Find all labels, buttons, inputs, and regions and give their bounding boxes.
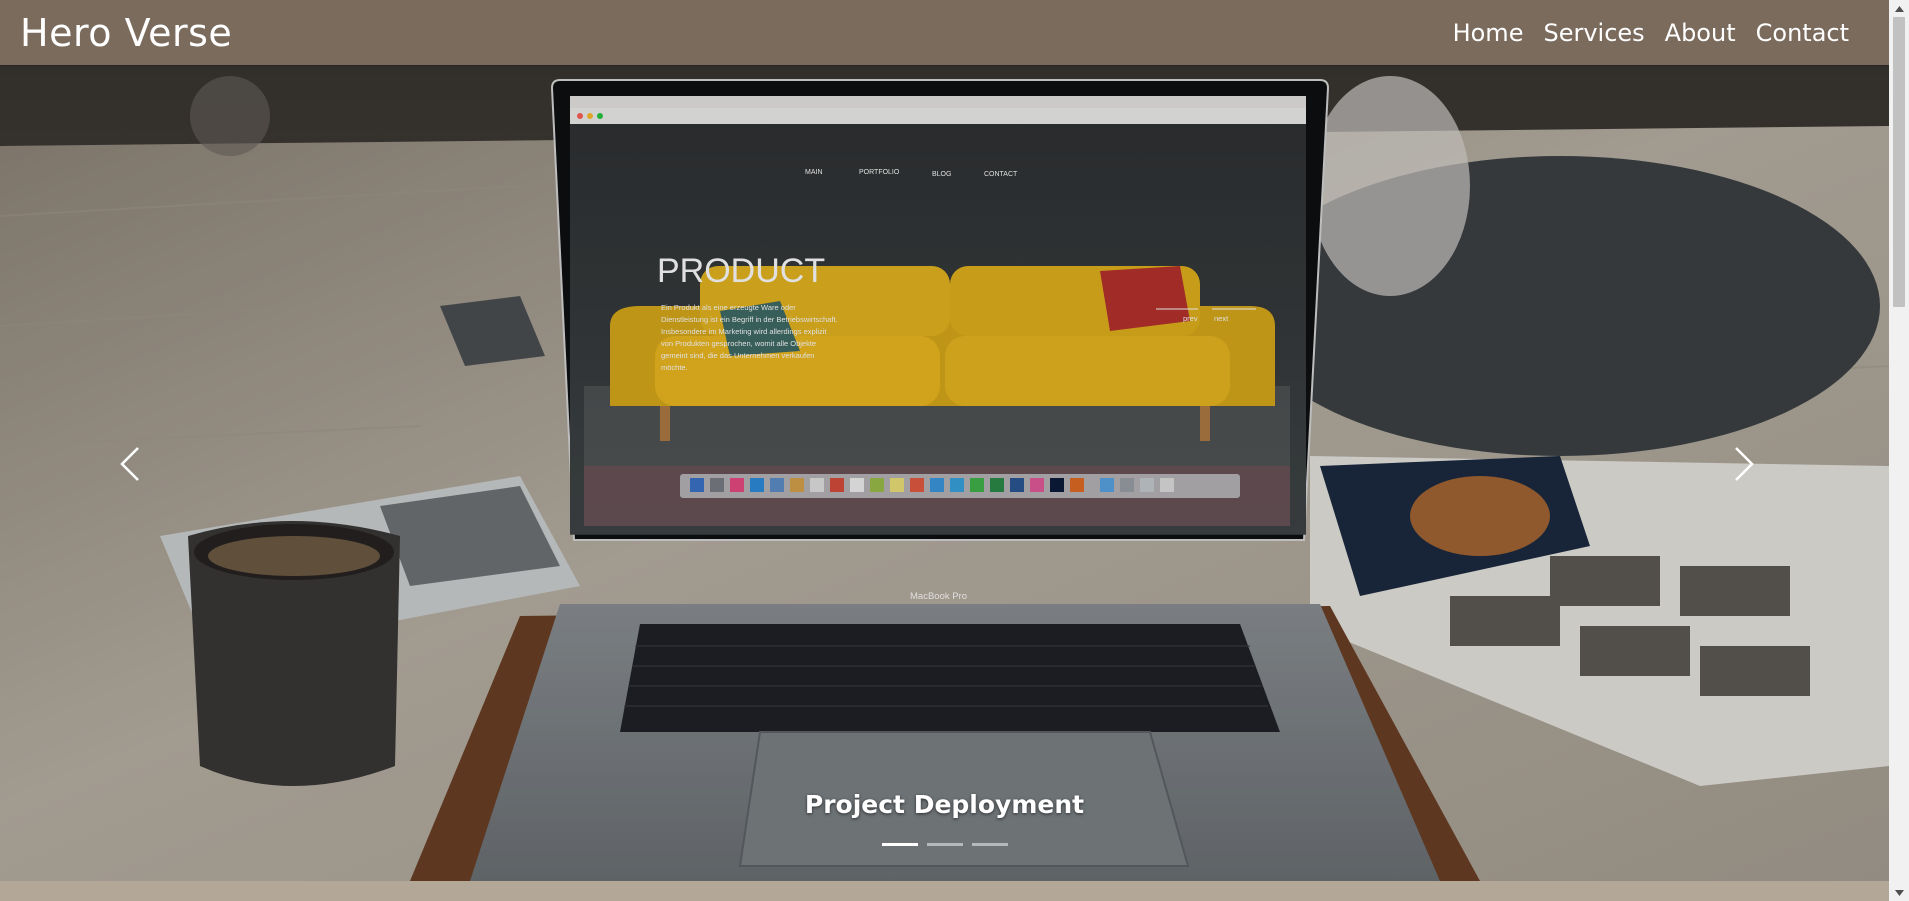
scroll-down-icon[interactable] (1889, 884, 1909, 901)
page-footer-strip (0, 881, 1889, 901)
nav-about-link[interactable]: About (1665, 19, 1736, 47)
carousel-indicator[interactable] (971, 843, 1008, 846)
carousel-caption: Project Deployment (804, 790, 1085, 819)
carousel-indicator[interactable] (881, 843, 918, 846)
carousel-prev-button[interactable] (100, 429, 160, 499)
nav-home-link[interactable]: Home (1453, 19, 1524, 47)
slide-image: MAIN PORTFOLIO BLOG CONTACT PRODUCT Ein … (0, 66, 1889, 881)
scroll-up-icon[interactable] (1889, 0, 1909, 17)
nav-links: Home Services About Contact (1433, 19, 1849, 47)
hero-carousel: MAIN PORTFOLIO BLOG CONTACT PRODUCT Ein … (0, 66, 1889, 881)
chevron-right-icon (1735, 447, 1754, 481)
scrollbar-thumb[interactable] (1893, 17, 1905, 307)
carousel-indicator[interactable] (926, 843, 963, 846)
brand-logo[interactable]: Hero Verse (20, 11, 232, 55)
carousel-next-button[interactable] (1714, 429, 1774, 499)
nav-contact-link[interactable]: Contact (1756, 19, 1849, 47)
chevron-left-icon (120, 447, 139, 481)
carousel-indicators (0, 843, 1889, 846)
navbar: Hero Verse Home Services About Contact (0, 0, 1889, 66)
nav-services-link[interactable]: Services (1543, 19, 1644, 47)
vertical-scrollbar[interactable] (1889, 0, 1909, 901)
